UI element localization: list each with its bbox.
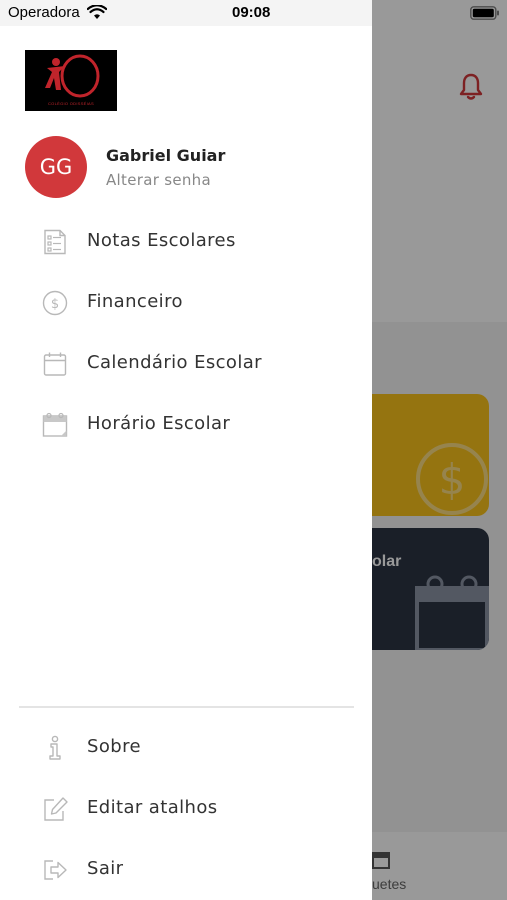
- logo-caption: COLÉGIO ODISSÉIAS: [47, 101, 94, 106]
- menu-item-editar-atalhos[interactable]: Editar atalhos: [0, 784, 372, 834]
- battery-icon: [470, 6, 499, 20]
- menu-label: Sobre: [87, 736, 141, 757]
- status-bar: Operadora 09:08: [0, 0, 507, 26]
- info-icon: [49, 735, 61, 760]
- carrier-label: Operadora: [8, 4, 80, 21]
- menu-divider: [19, 706, 354, 708]
- menu-item-sobre[interactable]: Sobre: [0, 723, 372, 773]
- menu-label: Notas Escolares: [87, 230, 236, 251]
- svg-text:$: $: [51, 297, 59, 312]
- clock-time: 09:08: [232, 4, 271, 21]
- avatar-initials: GG: [39, 155, 73, 179]
- menu-label: Financeiro: [87, 291, 183, 312]
- menu-label: Calendário Escolar: [87, 352, 262, 373]
- user-name: Gabriel Guiar: [106, 146, 226, 165]
- calendar-icon: [43, 352, 67, 376]
- dollar-circle-icon: $: [42, 290, 68, 316]
- menu-label: Horário Escolar: [87, 413, 231, 434]
- menu-item-calendario-escolar[interactable]: Calendário Escolar: [0, 339, 372, 389]
- edit-icon: [44, 797, 68, 821]
- menu-label: Editar atalhos: [87, 797, 218, 818]
- change-password-link[interactable]: Alterar senha: [106, 171, 211, 189]
- menu-item-horario-escolar[interactable]: Horário Escolar: [0, 400, 372, 450]
- avatar[interactable]: GG: [25, 136, 87, 198]
- logout-icon: [44, 860, 67, 880]
- menu-item-sair[interactable]: Sair: [0, 845, 372, 895]
- report-card-icon: [44, 229, 66, 255]
- school-logo: COLÉGIO ODISSÉIAS: [25, 50, 117, 111]
- menu-item-financeiro[interactable]: $ Financeiro: [0, 278, 372, 328]
- menu-label: Sair: [87, 858, 124, 879]
- menu-item-notas-escolares[interactable]: Notas Escolares: [0, 217, 372, 267]
- wifi-icon: [87, 5, 107, 19]
- navigation-drawer: COLÉGIO ODISSÉIAS GG Gabriel Guiar Alter…: [0, 26, 372, 900]
- schedule-icon: [42, 412, 68, 437]
